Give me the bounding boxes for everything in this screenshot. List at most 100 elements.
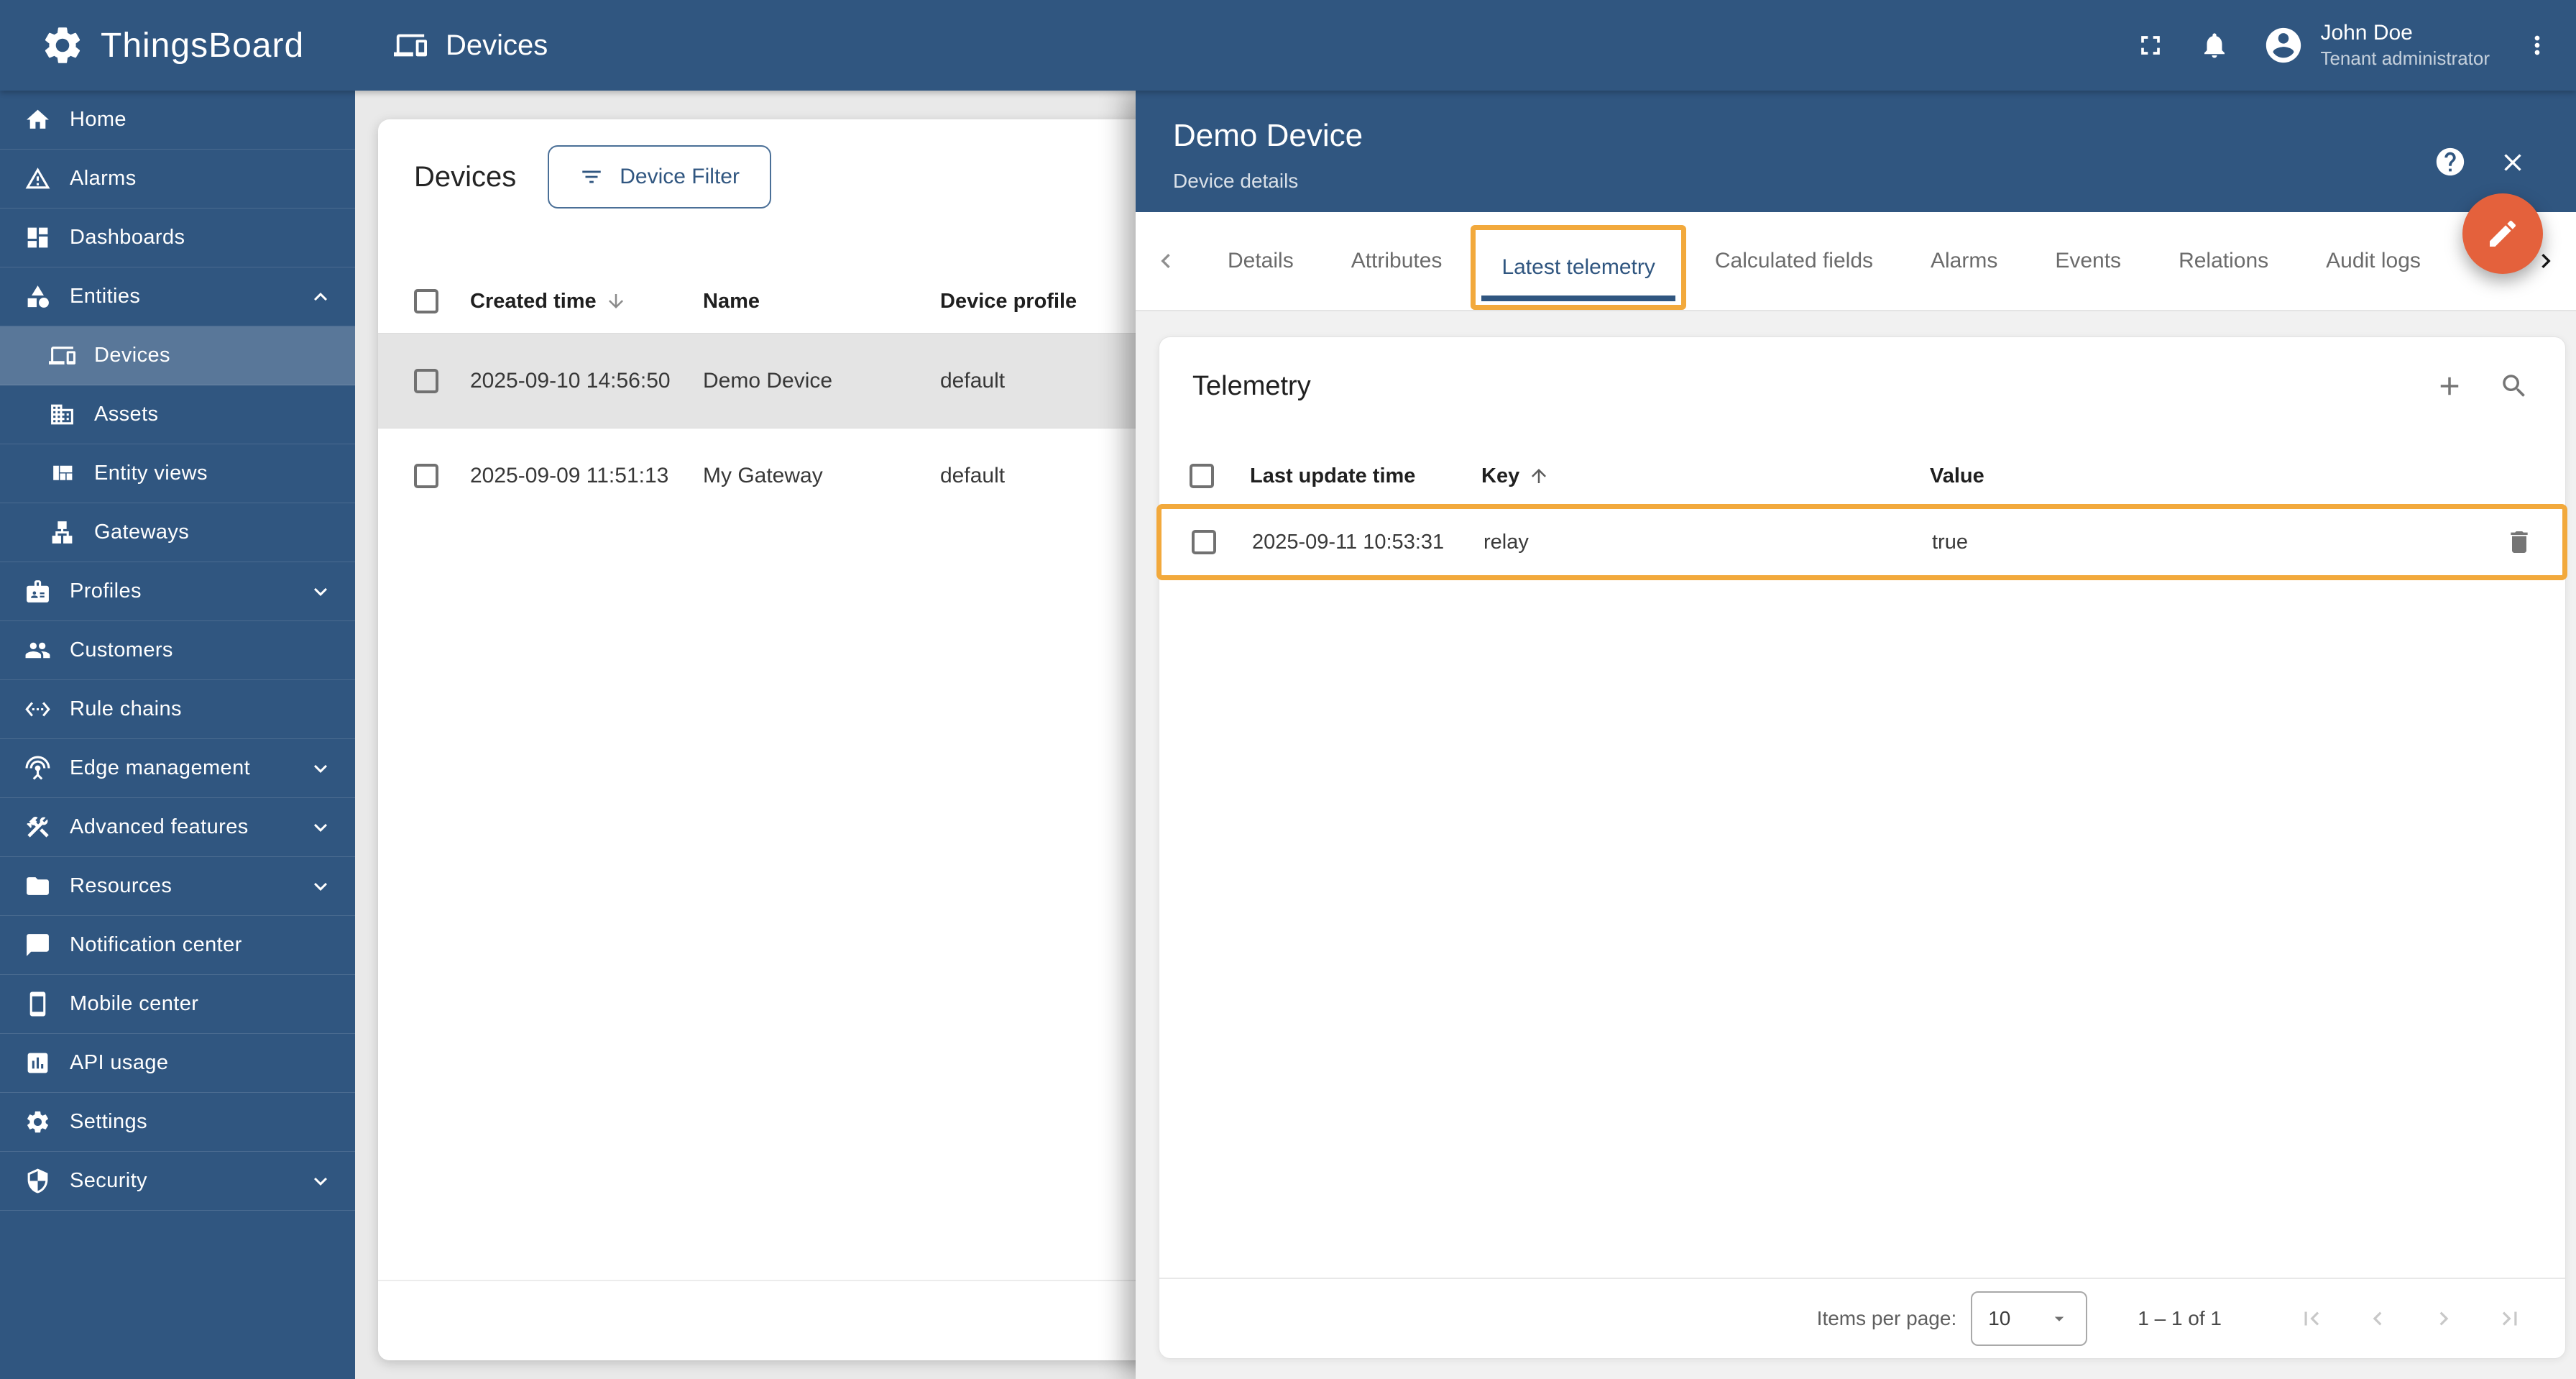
telemetry-actions [2434,371,2529,401]
sidebar-item-profiles[interactable]: Profiles [0,562,355,621]
search-icon[interactable] [2499,371,2529,401]
message-bubble-icon [24,932,51,958]
pagination-bar: Items per page: 10 1 – 1 of 1 [1159,1278,2565,1358]
account-circle-icon [2263,24,2304,66]
sidebar-item-rule-chains[interactable]: Rule chains [0,680,355,739]
sidebar-item-settings[interactable]: Settings [0,1093,355,1152]
sidebar-item-edge-management[interactable]: Edge management [0,739,355,798]
topbar-actions: John Doe Tenant administrator [2135,19,2552,70]
sidebar-item-security[interactable]: Security [0,1152,355,1211]
close-icon[interactable] [2498,148,2527,177]
next-page-icon[interactable] [2430,1305,2457,1332]
tab-audit-logs[interactable]: Audit logs [2297,212,2450,310]
cell-value: true [1932,530,1968,554]
antenna-icon [24,755,51,782]
tab-relations[interactable]: Relations [2150,212,2297,310]
select-all-checkbox[interactable] [1190,464,1214,488]
column-header-created-time[interactable]: Created time [470,290,703,313]
items-per-page-label: Items per page: [1816,1307,1957,1329]
select-all-checkbox[interactable] [414,289,438,313]
sidebar-item-api-usage[interactable]: API usage [0,1034,355,1093]
add-telemetry-icon[interactable] [2434,371,2465,401]
telemetry-card: Telemetry Last update time Key Value 202… [1156,336,2567,1359]
sidebar-item-devices[interactable]: Devices [0,326,355,385]
chevron-down-icon [308,874,334,899]
logo-text: ThingsBoard [101,26,305,65]
column-header-name[interactable]: Name [703,290,940,313]
sidebar-item-customers[interactable]: Customers [0,621,355,680]
telemetry-row-relay[interactable]: 2025-09-11 10:53:31 relay true [1156,504,2567,580]
last-page-icon[interactable] [2496,1305,2524,1332]
delete-trash-icon[interactable] [2505,528,2534,556]
breadcrumb: Devices [394,29,548,62]
edit-device-fab-button[interactable] [2462,193,2543,274]
user-menu[interactable]: John Doe Tenant administrator [2263,19,2490,70]
tabs-scroll-left-button[interactable] [1147,247,1184,275]
sidebar-item-gateways[interactable]: Gateways [0,503,355,562]
sidebar-item-home[interactable]: Home [0,91,355,150]
previous-page-icon[interactable] [2364,1305,2391,1332]
chevron-down-icon [308,1168,334,1194]
sidebar: Home Alarms Dashboards Entities Devices … [0,91,355,1379]
top-bar: ThingsBoard Devices John Doe Tenant admi… [0,0,2576,91]
drawer-header: Demo Device Device details [1136,91,2576,212]
sidebar-item-entity-views[interactable]: Entity views [0,444,355,503]
chevron-down-icon [308,756,334,782]
sidebar-item-mobile-center[interactable]: Mobile center [0,975,355,1034]
tools-icon [24,814,51,840]
column-header-value[interactable]: Value [1930,464,2479,488]
pagination-controls [2298,1305,2524,1332]
telemetry-table-header: Last update time Key Value [1159,449,2565,503]
dropdown-arrow-icon [2048,1308,2070,1329]
folder-icon [24,873,51,899]
thingsboard-logo[interactable]: ThingsBoard [0,23,355,68]
row-checkbox[interactable] [1192,530,1216,554]
sidebar-item-advanced-features[interactable]: Advanced features [0,798,355,857]
page-size-select[interactable]: 10 [1971,1291,2088,1346]
row-checkbox[interactable] [414,463,438,488]
device-filter-button[interactable]: Device Filter [548,145,771,209]
tab-details[interactable]: Details [1199,212,1322,310]
drawer-body: Telemetry Last update time Key Value 202… [1136,311,2576,1379]
chevron-left-icon [1151,247,1180,275]
first-page-icon[interactable] [2298,1305,2325,1332]
tab-calculated-fields[interactable]: Calculated fields [1686,212,1902,310]
page-size-value: 10 [1988,1307,2011,1329]
chevron-down-icon [308,579,334,605]
page-title: Devices [446,29,548,61]
category-shapes-icon [24,283,51,310]
people-icon [24,637,51,664]
shield-icon [24,1168,51,1194]
dashboard-icon [24,224,51,251]
sidebar-item-resources[interactable]: Resources [0,857,355,916]
drawer-tabs: Details Attributes Latest telemetry Calc… [1136,212,2576,311]
cell-created-time: 2025-09-10 14:56:50 [470,368,671,393]
row-checkbox[interactable] [414,368,438,393]
fullscreen-icon[interactable] [2135,29,2166,61]
tab-alarms[interactable]: Alarms [1902,212,2026,310]
chevron-down-icon [308,815,334,840]
help-icon[interactable] [2434,145,2467,178]
home-icon [24,106,51,133]
sidebar-item-notification-center[interactable]: Notification center [0,916,355,975]
sort-desc-arrow-icon [605,290,627,312]
cell-last-update-time: 2025-09-11 10:53:31 [1252,530,1445,554]
cell-name: Demo Device [703,368,833,393]
sidebar-item-alarms[interactable]: Alarms [0,150,355,209]
sidebar-item-assets[interactable]: Assets [0,385,355,444]
tab-events[interactable]: Events [2026,212,2150,310]
cell-name: My Gateway [703,463,823,487]
more-vert-icon[interactable] [2523,31,2552,60]
sidebar-item-entities[interactable]: Entities [0,267,355,326]
drawer-title: Demo Device [1173,118,1363,153]
sidebar-item-dashboards[interactable]: Dashboards [0,209,355,267]
tab-latest-telemetry[interactable]: Latest telemetry [1471,225,1686,310]
gear-icon [24,1109,51,1135]
column-header-last-update-time[interactable]: Last update time [1250,464,1481,488]
pagination-range: 1 – 1 of 1 [2138,1307,2222,1329]
tab-attributes[interactable]: Attributes [1322,212,1471,310]
notifications-bell-icon[interactable] [2199,30,2230,60]
filter-icon [579,165,604,189]
telemetry-title: Telemetry [1192,370,1311,401]
column-header-key[interactable]: Key [1481,464,1930,488]
